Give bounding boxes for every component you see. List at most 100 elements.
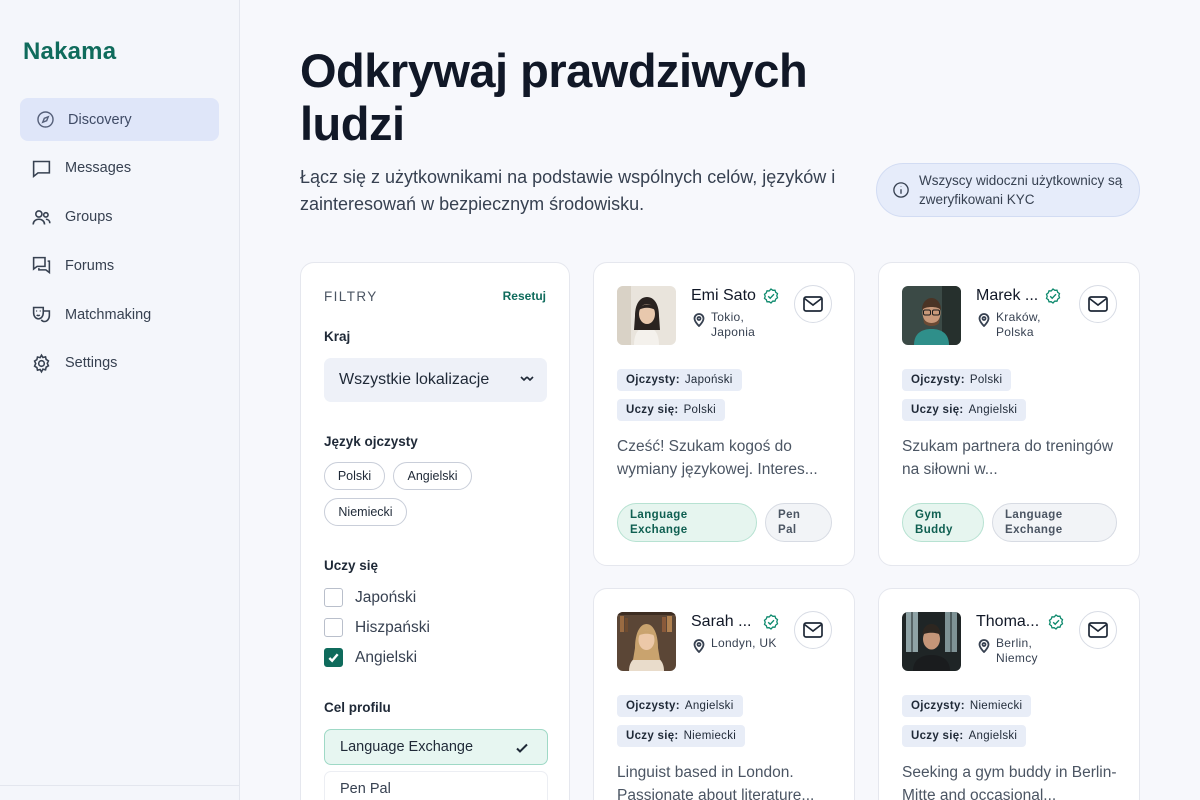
profile-bio: Seeking a gym buddy in Berlin-Mitte and … [902,764,1117,800]
sidebar-item-label: Groups [65,209,113,226]
goal-option-language-exchange[interactable]: Language Exchange [324,729,548,765]
kyc-notice-text: Wszyscy widoczni użytkownicy są zweryfik… [919,173,1123,207]
message-button[interactable] [1079,611,1117,649]
badge-key: Uczy się: [626,404,679,416]
page-title: Odkrywaj prawdziwych ludzi [300,44,808,150]
sidebar-item-matchmaking[interactable]: Matchmaking [20,293,219,336]
learning-option-japonski[interactable]: Japoński [324,588,416,607]
message-button[interactable] [794,611,832,649]
location-pin-icon [978,313,990,327]
reset-filters-button[interactable]: Resetuj [503,289,546,303]
profile-card[interactable]: Thoma... Berlin, Niemcy Ojczysty: Niemiec… [878,588,1140,800]
users-icon [30,206,52,228]
app-logo[interactable]: Nakama [23,38,116,66]
sidebar-item-discovery[interactable]: Discovery [20,98,219,141]
checkbox-checked[interactable] [324,648,343,667]
page-subtitle: Łącz się z użytkownikami na podstawie ws… [300,167,836,214]
mail-icon [1088,296,1108,312]
profile-location-text: Londyn, UK [711,636,777,650]
sidebar-item-label: Matchmaking [65,306,152,323]
verified-badge-icon [1048,614,1064,630]
avatar[interactable] [617,612,676,671]
badge-key: Uczy się: [626,730,679,742]
sidebar-item-label: Discovery [68,111,132,128]
profile-location: Berlin, Niemcy [978,636,1038,666]
checkmark-icon [328,653,339,663]
native-language-label: Język ojczysty [324,434,418,449]
profile-location: Tokio, Japonia [693,310,755,340]
profile-name-row: Sarah ... [691,613,779,631]
checkbox-label: Japoński [355,588,417,606]
badge-key: Ojczysty: [911,374,965,386]
mail-icon [803,296,823,312]
avatar[interactable] [902,612,961,671]
avatar[interactable] [902,286,961,345]
profile-goal-label: Cel profilu [324,700,391,715]
learning-language-badge: Uczy się: Niemiecki [617,725,746,747]
profile-name[interactable]: Thoma... [976,613,1039,631]
profile-name-row: Marek ... [976,287,1061,305]
goal-option-label: Language Exchange [340,739,474,755]
profile-name-row: Thoma... [976,613,1064,631]
mail-icon [803,622,823,638]
profile-card[interactable]: Emi Sato Tokio, Japonia Ojczysty: Japońsk… [593,262,855,566]
profile-bio: Szukam partnera do treningów na siłowni … [902,438,1114,478]
gear-icon [30,352,52,374]
profile-name[interactable]: Emi Sato [691,287,756,305]
goal-tag: Language Exchange [617,503,757,542]
avatar[interactable] [617,286,676,345]
learning-option-angielski[interactable]: Angielski [324,648,417,667]
profile-card[interactable]: Sarah ... Londyn, UK Ojczysty: Angielski … [593,588,855,800]
location-pin-icon [693,639,705,653]
sidebar-nav: Discovery Messages Groups Forums Matchma… [20,98,219,391]
native-chip-angielski[interactable]: Angielski [393,462,472,490]
profile-bio: Cześć! Szukam kogoś do wymiany językowej… [617,438,818,478]
badge-value: Niemiecki [683,730,737,742]
masks-icon [30,304,52,326]
location-pin-icon [978,639,990,653]
badge-key: Ojczysty: [911,700,965,712]
learning-language-badge: Uczy się: Polski [617,399,726,421]
sidebar-item-forums[interactable]: Forums [20,244,219,287]
goal-tag: Gym Buddy [902,503,984,542]
native-language-badge: Ojczysty: Angielski [617,695,743,717]
goal-tag: Language Exchange [992,503,1117,542]
compass-icon [34,109,56,131]
profile-name[interactable]: Marek ... [976,287,1038,305]
badge-value: Japoński [684,374,733,386]
sidebar-item-settings[interactable]: Settings [20,342,219,385]
checkbox-label: Angielski [355,648,418,666]
filters-heading: FILTRY [324,289,378,304]
badge-value: Niemiecki [969,700,1023,712]
native-chip-niemiecki[interactable]: Niemiecki [324,498,407,526]
goal-option-label: Pen Pal [340,781,391,797]
sidebar-item-label: Forums [65,257,115,274]
badge-value: Polski [683,404,717,416]
forum-icon [30,255,52,277]
verified-badge-icon [763,288,779,304]
badge-value: Angielski [968,730,1018,742]
sidebar-item-groups[interactable]: Groups [20,196,219,239]
country-label: Kraj [324,329,351,344]
chat-icon [30,157,52,179]
profile-location: Londyn, UK [693,636,777,653]
message-button[interactable] [794,285,832,323]
country-select[interactable]: Wszystkie lokalizacje [324,358,547,402]
country-select-value: Wszystkie lokalizacje [339,371,490,388]
profile-card[interactable]: Marek ... Kraków, Polska Ojczysty: Polski… [878,262,1140,566]
checkbox[interactable] [324,588,343,607]
profile-location-text: Berlin, Niemcy [996,636,1038,665]
goal-option-pen-pal[interactable]: Pen Pal [324,771,548,800]
learning-label: Uczy się [324,558,379,573]
sidebar-item-label: Messages [65,160,132,177]
profile-name[interactable]: Sarah ... [691,613,751,631]
checkbox[interactable] [324,618,343,637]
filters-panel: FILTRY Resetuj Kraj Wszystkie lokalizacj… [300,262,570,800]
chevron-down-icon [520,376,534,382]
message-button[interactable] [1079,285,1117,323]
sidebar-item-messages[interactable]: Messages [20,147,219,190]
checkbox-label: Hiszpański [355,618,430,636]
native-chip-polski[interactable]: Polski [324,462,385,490]
learning-option-hiszpanski[interactable]: Hiszpański [324,618,430,637]
kyc-notice: Wszyscy widoczni użytkownicy są zweryfik… [876,163,1140,217]
